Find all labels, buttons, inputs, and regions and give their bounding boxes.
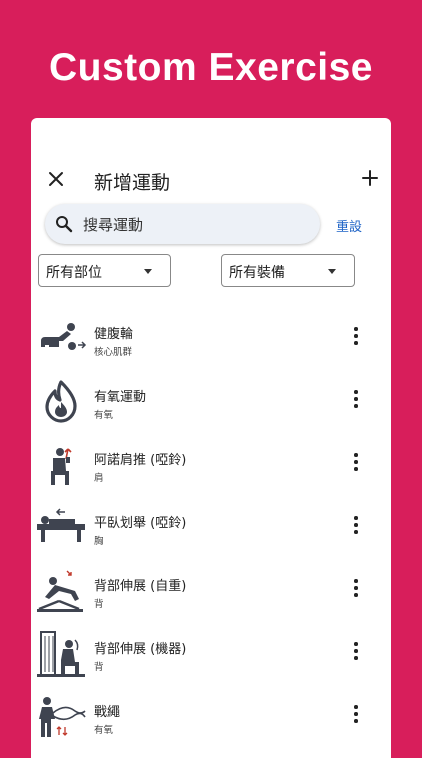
exercise-category: 背 (94, 662, 104, 673)
more-vert-icon[interactable] (345, 451, 365, 475)
reset-button[interactable]: 重設 (336, 216, 362, 235)
exercise-name: 阿諾肩推 (啞鈴) (94, 453, 187, 468)
exercise-category: 有氧 (94, 410, 114, 421)
more-vert-icon[interactable] (345, 577, 365, 601)
exercise-name: 背部伸展 (自重) (94, 579, 187, 594)
flame-icon (45, 380, 77, 423)
search-icon (56, 216, 73, 233)
list-item[interactable]: 背部伸展 (機器) 背 (31, 630, 391, 693)
body-part-dropdown-label: 所有部位 (46, 265, 102, 281)
bench-row-icon (37, 508, 85, 542)
list-item[interactable]: 背部伸展 (自重) 背 (31, 567, 391, 630)
exercise-name: 戰繩 (94, 705, 121, 720)
exercise-category: 有氧 (94, 725, 114, 736)
more-vert-icon[interactable] (345, 514, 365, 538)
list-item[interactable]: 健腹輪 核心肌群 (31, 315, 391, 378)
list-item[interactable]: 平臥划舉 (啞鈴) 胸 (31, 504, 391, 567)
app-bar: 新增運動 (31, 162, 391, 198)
ab-wheel-icon (41, 323, 87, 350)
arnold-press-icon (51, 448, 72, 485)
exercise-name: 背部伸展 (機器) (94, 642, 187, 657)
exercise-category: 胸 (94, 536, 104, 547)
more-vert-icon[interactable] (345, 325, 365, 349)
list-item[interactable]: 戰繩 有氧 (31, 693, 391, 756)
add-exercise-panel: 新增運動 重設 所有部位 所有裝備 健腹輪 核心肌群 (31, 118, 391, 758)
search-input[interactable] (81, 204, 315, 246)
exercise-category: 核心肌群 (94, 347, 133, 358)
battle-rope-icon (39, 697, 86, 737)
body-part-dropdown[interactable]: 所有部位 (38, 254, 171, 287)
more-vert-icon[interactable] (345, 640, 365, 664)
hero-title: Custom Exercise (49, 46, 373, 89)
close-icon[interactable] (45, 168, 67, 190)
caret-down-icon (144, 269, 152, 274)
page-title: 新增運動 (94, 172, 171, 194)
search-bar (45, 204, 320, 246)
exercise-category: 肩 (94, 473, 104, 484)
exercise-name: 健腹輪 (94, 327, 134, 342)
back-extension-machine-icon (37, 631, 85, 677)
exercise-name: 平臥划舉 (啞鈴) (94, 516, 187, 531)
list-item[interactable]: 有氧運動 有氧 (31, 378, 391, 441)
exercise-name: 有氧運動 (94, 390, 147, 405)
equipment-dropdown[interactable]: 所有裝備 (221, 254, 355, 287)
more-vert-icon[interactable] (345, 703, 365, 727)
exercise-category: 背 (94, 599, 104, 610)
equipment-dropdown-label: 所有裝備 (229, 265, 285, 281)
back-extension-bodyweight-icon (37, 570, 83, 612)
plus-icon[interactable] (359, 167, 381, 189)
list-item[interactable]: 阿諾肩推 (啞鈴) 肩 (31, 441, 391, 504)
more-vert-icon[interactable] (345, 388, 365, 412)
caret-down-icon (328, 269, 336, 274)
